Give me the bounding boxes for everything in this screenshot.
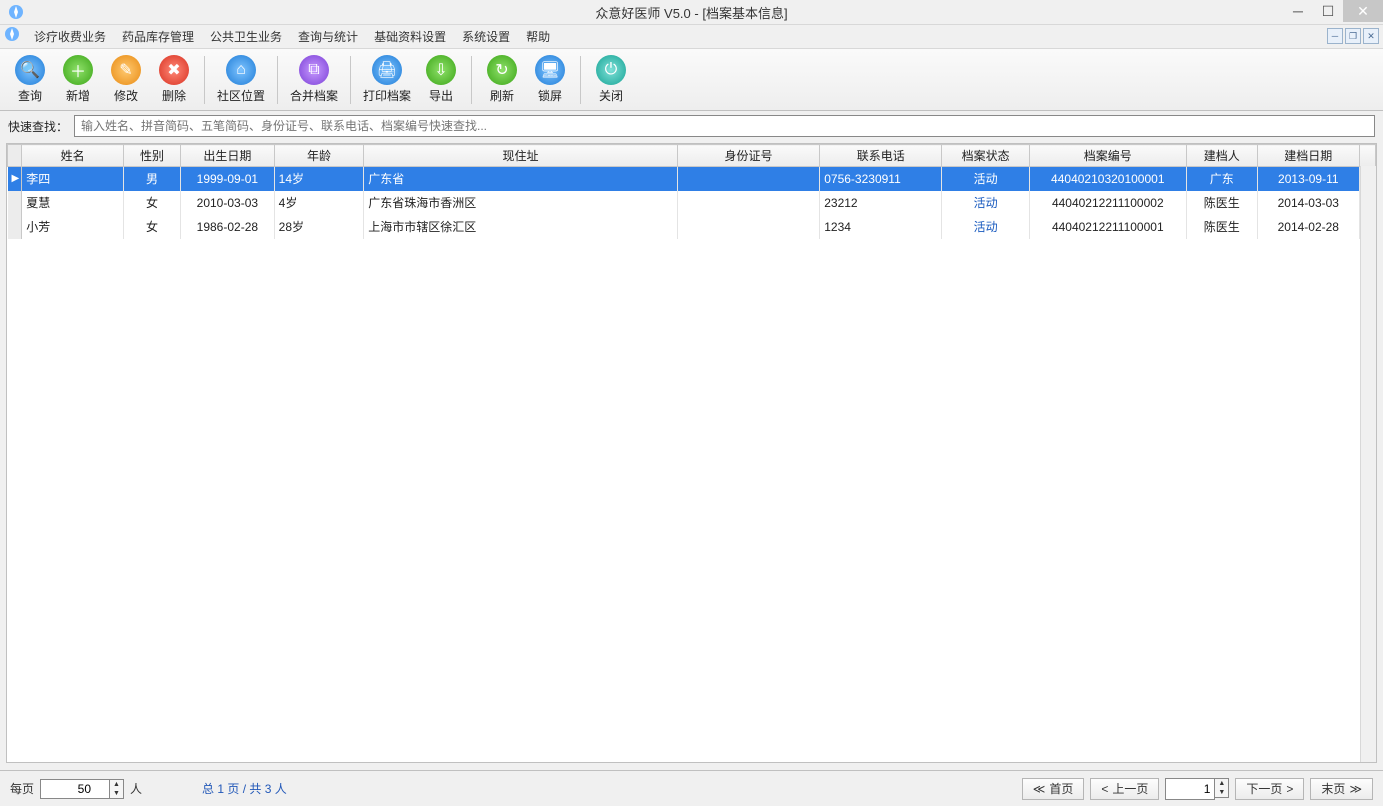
maximize-button[interactable]: ☐ bbox=[1313, 0, 1343, 22]
table-row[interactable]: ▶李四男1999-09-0114岁广东省0756-3230911活动440402… bbox=[8, 167, 1376, 191]
window-title: 众意好医师 V5.0 - [档案基本信息] bbox=[595, 3, 787, 22]
print-button[interactable]: 🖨打印档案 bbox=[357, 52, 417, 108]
col-idnum[interactable]: 身份证号 bbox=[677, 145, 820, 167]
close-button[interactable]: ✕ bbox=[1343, 0, 1383, 22]
per-page-label: 每页 bbox=[10, 780, 34, 797]
toolbar: 🔍查询 ＋新增 ✎修改 ✖删除 ⌂社区位置 ⧉合并档案 🖨打印档案 ⇩导出 ↻刷… bbox=[0, 49, 1383, 111]
quick-search-input[interactable] bbox=[74, 115, 1375, 137]
delete-icon: ✖ bbox=[159, 55, 189, 85]
delete-button[interactable]: ✖删除 bbox=[150, 52, 198, 108]
prev-page-button[interactable]: <上一页 bbox=[1090, 778, 1159, 800]
table-header-row: 姓名 性别 出生日期 年龄 现住址 身份证号 联系电话 档案状态 档案编号 建档… bbox=[8, 145, 1376, 167]
app-logo-icon bbox=[8, 4, 24, 25]
mdi-minimize-button[interactable]: ─ bbox=[1327, 28, 1343, 44]
quick-search-bar: 快速查找： bbox=[0, 111, 1383, 141]
merge-icon: ⧉ bbox=[299, 55, 329, 85]
col-gender[interactable]: 性别 bbox=[124, 145, 181, 167]
col-dob[interactable]: 出生日期 bbox=[181, 145, 275, 167]
menu-help[interactable]: 帮助 bbox=[518, 26, 558, 47]
lock-button[interactable]: 🖥锁屏 bbox=[526, 52, 574, 108]
edit-button[interactable]: ✎修改 bbox=[102, 52, 150, 108]
per-page-unit: 人 bbox=[130, 780, 142, 797]
page-number-input[interactable] bbox=[1165, 778, 1215, 800]
add-button[interactable]: ＋新增 bbox=[54, 52, 102, 108]
mdi-close-button[interactable]: ✕ bbox=[1363, 28, 1379, 44]
next-page-button[interactable]: 下一页> bbox=[1235, 778, 1304, 800]
minimize-button[interactable]: ─ bbox=[1283, 0, 1313, 22]
table-row[interactable]: 夏慧女2010-03-034岁广东省珠海市香洲区23212活动440402122… bbox=[8, 191, 1376, 215]
lock-icon: 🖥 bbox=[535, 55, 565, 85]
printer-icon: 🖨 bbox=[372, 55, 402, 85]
menu-basic-data[interactable]: 基础资料设置 bbox=[366, 26, 454, 47]
col-address[interactable]: 现住址 bbox=[364, 145, 678, 167]
col-cdate[interactable]: 建档日期 bbox=[1257, 145, 1359, 167]
col-creator[interactable]: 建档人 bbox=[1186, 145, 1257, 167]
quick-search-label: 快速查找： bbox=[8, 118, 68, 135]
location-icon: ⌂ bbox=[226, 55, 256, 85]
power-icon: ⏻ bbox=[596, 55, 626, 85]
footer: 每页 ▲▼ 人 总 1 页 / 共 3 人 ≪首页 <上一页 ▲▼ 下一页> 末… bbox=[0, 770, 1383, 806]
menu-drug-inventory[interactable]: 药品库存管理 bbox=[114, 26, 202, 47]
vertical-scrollbar[interactable] bbox=[1360, 166, 1376, 762]
col-fileno[interactable]: 档案编号 bbox=[1029, 145, 1186, 167]
menu-clinical-billing[interactable]: 诊疗收费业务 bbox=[26, 26, 114, 47]
community-button[interactable]: ⌂社区位置 bbox=[211, 52, 271, 108]
mdi-restore-button[interactable]: ❐ bbox=[1345, 28, 1361, 44]
table-row[interactable]: 小芳女1986-02-2828岁上海市市辖区徐汇区1234活动440402122… bbox=[8, 215, 1376, 239]
col-status[interactable]: 档案状态 bbox=[942, 145, 1030, 167]
query-button[interactable]: 🔍查询 bbox=[6, 52, 54, 108]
page-number-spinner[interactable]: ▲▼ bbox=[1215, 778, 1229, 798]
close-tab-button[interactable]: ⏻关闭 bbox=[587, 52, 635, 108]
col-name[interactable]: 姓名 bbox=[22, 145, 124, 167]
app-logo-small-icon bbox=[4, 26, 20, 47]
plus-icon: ＋ bbox=[63, 55, 93, 85]
col-age[interactable]: 年龄 bbox=[274, 145, 364, 167]
menubar: 诊疗收费业务 药品库存管理 公共卫生业务 查询与统计 基础资料设置 系统设置 帮… bbox=[0, 25, 1383, 49]
search-icon: 🔍 bbox=[15, 55, 45, 85]
col-phone[interactable]: 联系电话 bbox=[820, 145, 942, 167]
last-page-button[interactable]: 末页≫ bbox=[1310, 778, 1373, 800]
menu-system-settings[interactable]: 系统设置 bbox=[454, 26, 518, 47]
page-summary: 总 1 页 / 共 3 人 bbox=[202, 780, 287, 797]
records-table[interactable]: 姓名 性别 出生日期 年龄 现住址 身份证号 联系电话 档案状态 档案编号 建档… bbox=[7, 144, 1376, 239]
refresh-button[interactable]: ↻刷新 bbox=[478, 52, 526, 108]
menu-public-health[interactable]: 公共卫生业务 bbox=[202, 26, 290, 47]
records-table-container: 姓名 性别 出生日期 年龄 现住址 身份证号 联系电话 档案状态 档案编号 建档… bbox=[6, 143, 1377, 763]
export-button[interactable]: ⇩导出 bbox=[417, 52, 465, 108]
per-page-input[interactable] bbox=[40, 779, 110, 799]
per-page-spinner[interactable]: ▲▼ bbox=[110, 779, 124, 799]
titlebar: 众意好医师 V5.0 - [档案基本信息] ─ ☐ ✕ bbox=[0, 0, 1383, 25]
merge-button[interactable]: ⧉合并档案 bbox=[284, 52, 344, 108]
first-page-button[interactable]: ≪首页 bbox=[1022, 778, 1085, 800]
export-icon: ⇩ bbox=[426, 55, 456, 85]
refresh-icon: ↻ bbox=[487, 55, 517, 85]
pencil-icon: ✎ bbox=[111, 55, 141, 85]
menu-query-stats[interactable]: 查询与统计 bbox=[290, 26, 366, 47]
